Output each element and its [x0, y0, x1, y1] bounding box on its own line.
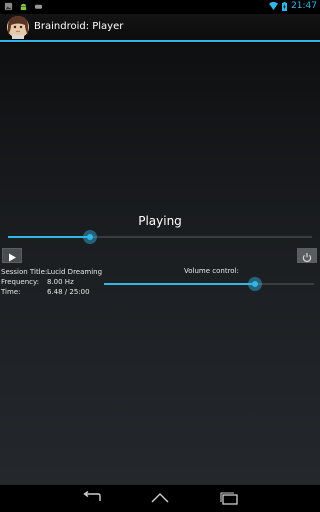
time-label: Time:: [1, 288, 21, 296]
progress-fill: [8, 236, 91, 238]
gallery-icon: [4, 2, 13, 11]
back-icon[interactable]: [81, 491, 103, 505]
frequency-value: 8.00 Hz: [47, 278, 74, 286]
avatar-icon[interactable]: [6, 15, 30, 39]
player-content: Playing Session Title: Lucid Dreaming Fr…: [0, 43, 320, 485]
recent-apps-icon[interactable]: [218, 491, 240, 505]
time-value: 6.48 / 25:00: [47, 288, 90, 296]
volume-label: Volume control:: [184, 267, 239, 275]
playback-status: Playing: [138, 214, 182, 228]
power-button[interactable]: [297, 248, 317, 263]
android-icon: [20, 3, 27, 11]
power-icon: [302, 253, 312, 263]
home-icon[interactable]: [149, 491, 171, 505]
play-icon: [9, 253, 16, 262]
session-title-label: Session Title:: [1, 268, 48, 276]
play-button[interactable]: [2, 248, 22, 263]
volume-thumb[interactable]: [248, 277, 263, 291]
action-bar: Braindroid: Player: [0, 14, 320, 42]
progress-thumb[interactable]: [83, 230, 98, 244]
wifi-icon: [269, 2, 279, 10]
app-title: Braindroid: Player: [34, 21, 124, 32]
frequency-label: Frequency:: [1, 278, 40, 286]
status-bar: 21:47: [0, 0, 320, 14]
game-controller-icon: [34, 4, 43, 9]
clock: 21:47: [291, 1, 317, 11]
navigation-bar: [0, 485, 320, 512]
progress-slider[interactable]: [8, 230, 312, 244]
volume-slider[interactable]: [104, 277, 314, 291]
battery-icon: [282, 1, 288, 11]
session-title-value: Lucid Dreaming: [47, 268, 103, 276]
volume-fill: [104, 283, 256, 285]
